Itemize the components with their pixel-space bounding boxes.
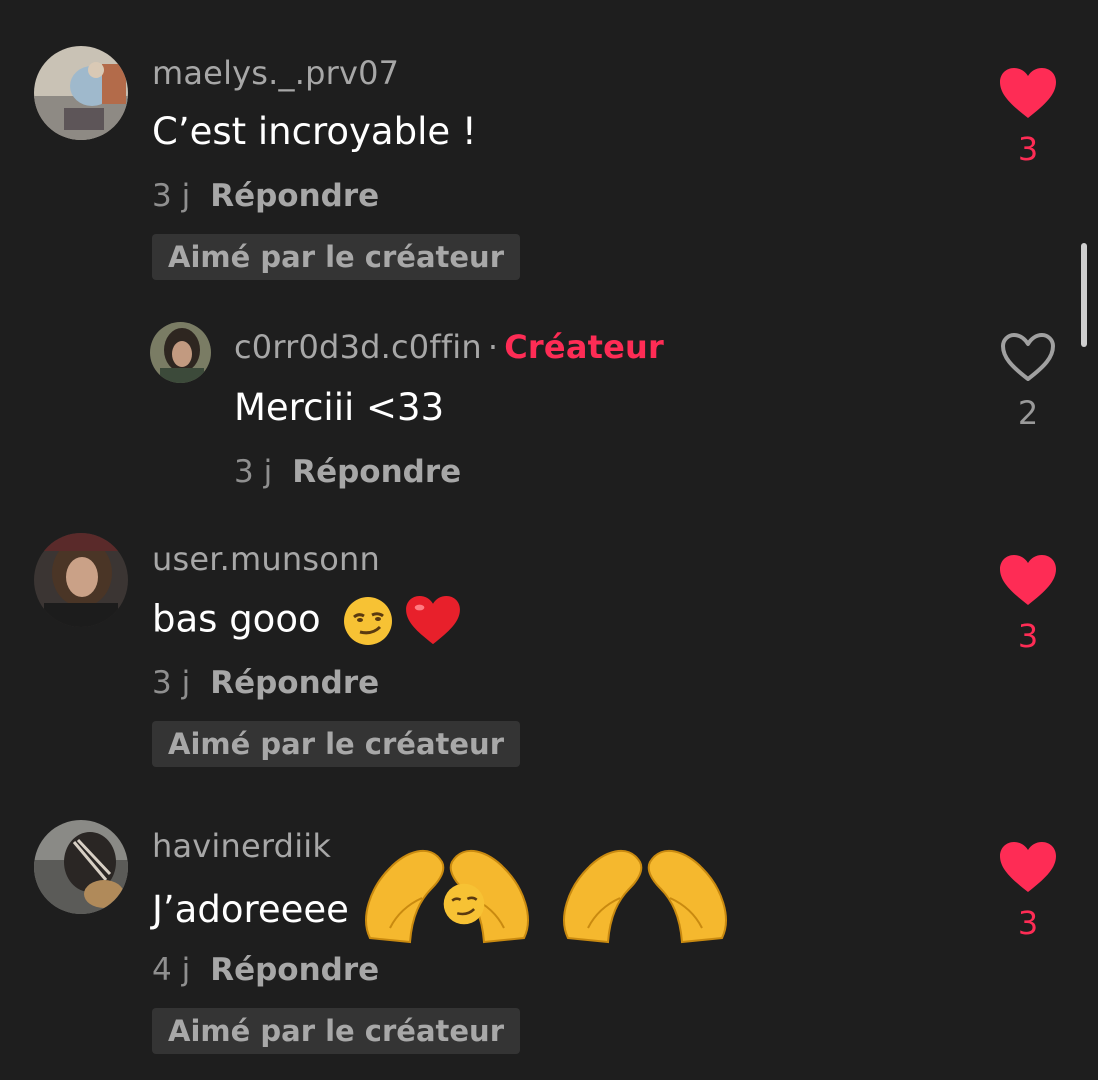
heart-filled-icon [1000, 68, 1056, 118]
smirk-emoji [344, 597, 393, 645]
reply-button[interactable]: Répondre [292, 454, 461, 490]
like-count: 2 [1017, 394, 1039, 432]
comment-time: 3 j [152, 665, 191, 701]
comment-username: c0rr0d3d.c0ffin · Créateur [234, 328, 664, 366]
comment-time: 3 j [152, 178, 191, 214]
comment-text: J’adoreeee [152, 888, 349, 931]
comment-username[interactable]: user.munsonn [152, 540, 380, 578]
like-count: 3 [1017, 904, 1039, 942]
comment-text: C’est incroyable ! [152, 110, 477, 153]
reply-button[interactable]: Répondre [210, 178, 379, 214]
reply-button[interactable]: Répondre [210, 952, 379, 988]
comment-time: 3 j [234, 454, 273, 490]
separator-dot: · [487, 328, 499, 366]
heart-hands-emoji [563, 850, 727, 944]
red-heart-emoji [406, 596, 461, 645]
scrollbar[interactable] [1081, 243, 1087, 347]
reply-button[interactable]: Répondre [210, 665, 379, 701]
avatar[interactable] [150, 322, 211, 383]
avatar[interactable] [34, 46, 128, 140]
comment-meta: 3 j Répondre [234, 454, 461, 490]
comment-meta: 3 j Répondre [152, 665, 379, 701]
comment-text: bas gooo [152, 595, 461, 647]
like-button[interactable]: 3 [1000, 68, 1056, 168]
comment-text: Merciii <33 [234, 386, 445, 429]
heart-filled-icon [1000, 555, 1056, 605]
liked-by-creator-badge: Aimé par le créateur [152, 721, 521, 767]
like-button[interactable]: 3 [1000, 842, 1056, 942]
like-count: 3 [1017, 130, 1039, 168]
comment-meta: 3 j Répondre [152, 178, 379, 214]
smirk-emoji [443, 883, 485, 925]
comment-time: 4 j [152, 952, 191, 988]
comment-meta: 4 j Répondre [152, 952, 379, 988]
liked-by-creator-badge: Aimé par le créateur [152, 234, 521, 280]
username-text[interactable]: c0rr0d3d.c0ffin [234, 328, 482, 366]
comment-username[interactable]: maelys._.prv07 [152, 54, 399, 92]
comment-text-body: bas gooo [152, 597, 321, 641]
comment-username[interactable]: havinerdiik [152, 827, 331, 865]
like-button[interactable]: 2 [1000, 332, 1056, 432]
avatar[interactable] [34, 820, 128, 914]
liked-by-creator-badge: Aimé par le créateur [152, 1008, 521, 1054]
avatar[interactable] [34, 533, 128, 627]
like-button[interactable]: 3 [1000, 555, 1056, 655]
creator-label: Créateur [504, 328, 664, 366]
heart-outline-icon [1001, 333, 1055, 381]
like-count: 3 [1017, 617, 1039, 655]
heart-filled-icon [1000, 842, 1056, 892]
